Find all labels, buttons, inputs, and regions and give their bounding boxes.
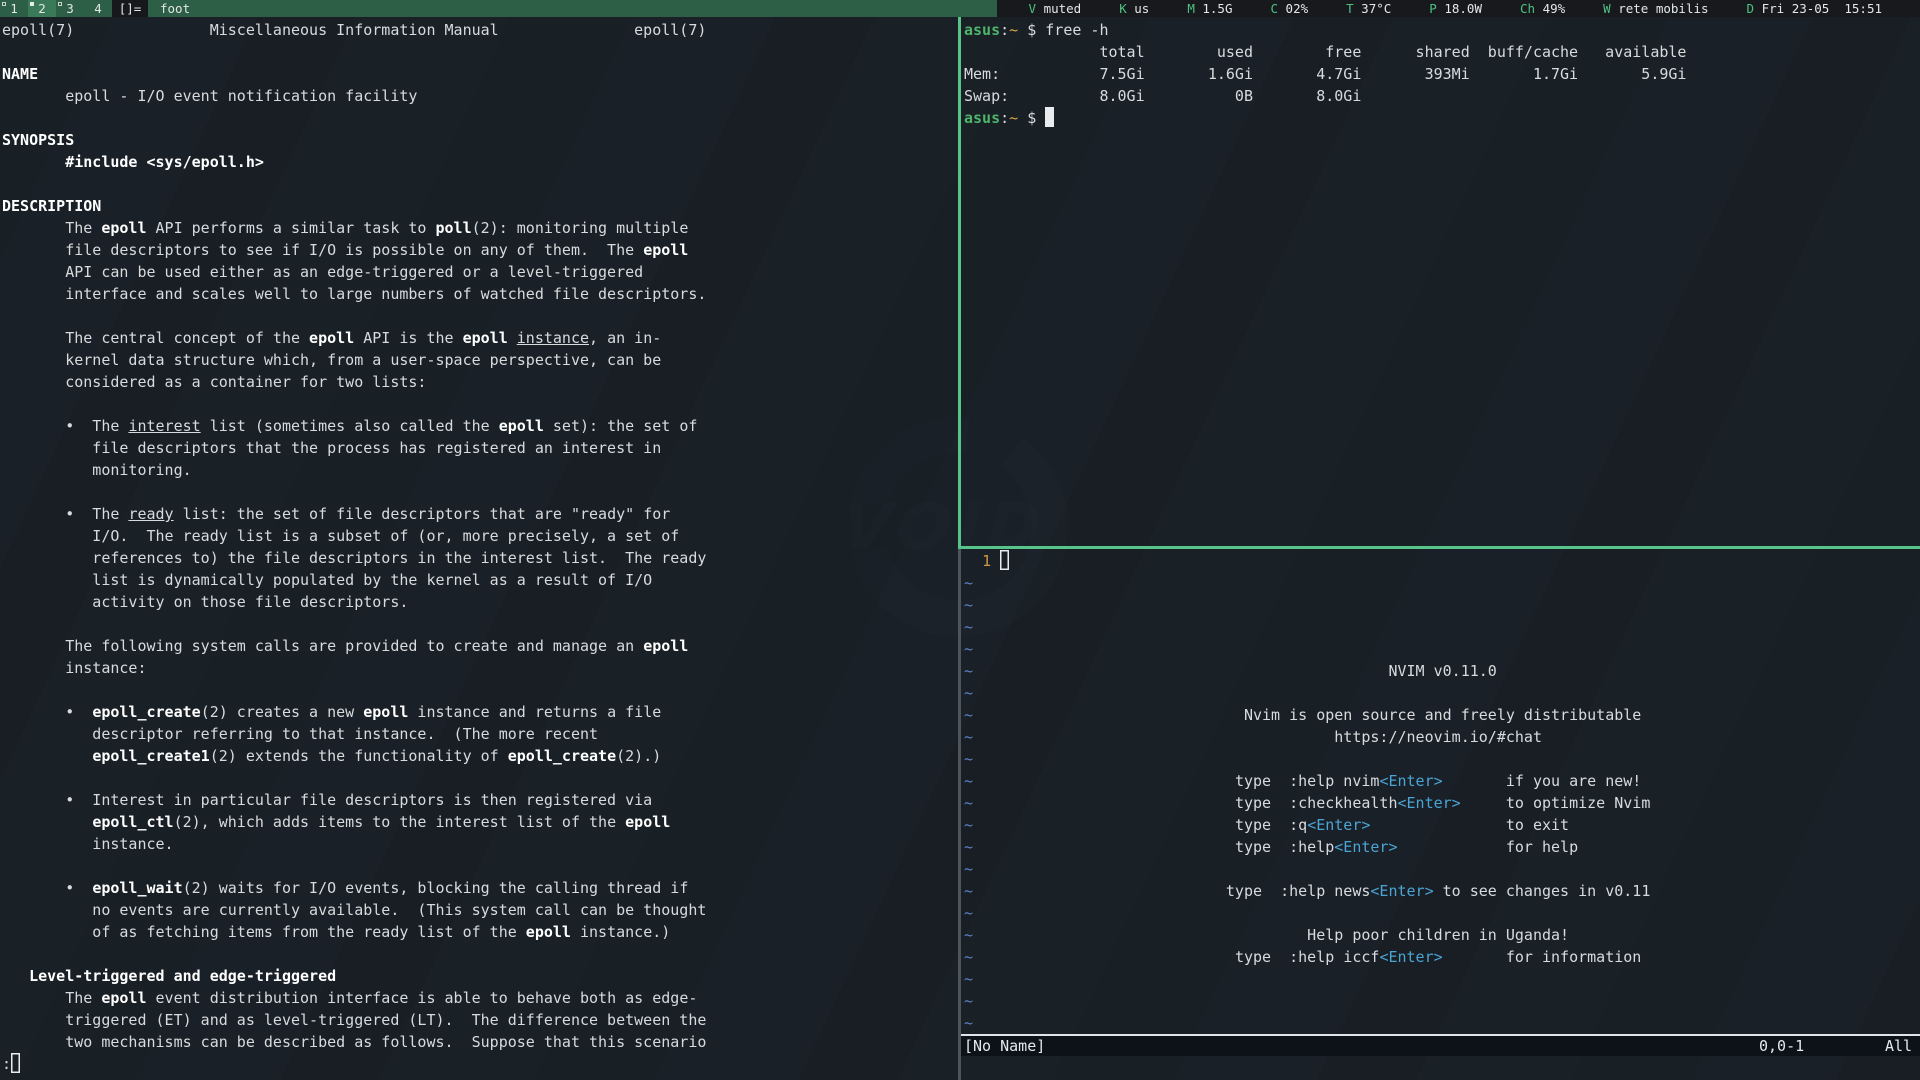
shell-content[interactable]: asus:~ $ free -h total used free shared … bbox=[964, 19, 1686, 129]
workspace-tags: 1234 bbox=[0, 0, 112, 17]
status-module-ch: Ch 49% bbox=[1520, 0, 1565, 17]
focused-window-border-bottom bbox=[958, 546, 1920, 549]
focused-window-title: foot bbox=[148, 0, 997, 17]
status-module-k: K us bbox=[1119, 0, 1149, 17]
status-module-t: T 37°C bbox=[1346, 0, 1391, 17]
status-module-p: P 18.0W bbox=[1429, 0, 1482, 17]
nvim-buffer-name: [No Name] bbox=[964, 1036, 1045, 1056]
focused-window-border-left bbox=[958, 17, 961, 549]
nvim-cursor-position: 0,0-1 bbox=[1759, 1036, 1804, 1056]
nvim-scroll-indicator: All bbox=[1885, 1036, 1912, 1056]
status-module-m: M 1.5G bbox=[1187, 0, 1232, 17]
tag-occupied-indicator bbox=[30, 2, 34, 6]
workspace-tag-4[interactable]: 4 bbox=[84, 0, 112, 17]
status-modules: V muted K us M 1.5G C 02% T 37°C P 18.0W Ch 49… bbox=[997, 0, 1920, 17]
status-module-w: W rete mobilis bbox=[1603, 0, 1708, 17]
nvim-statusline: [No Name] 0,0-1 All bbox=[961, 1034, 1920, 1056]
manpage-content[interactable]: epoll(7) Miscellaneous Information Manua… bbox=[2, 19, 706, 1075]
nvim-content[interactable]: 1 ~ ~ ~ ~ ~ NVIM v0.11.0 ~ ~ Nvim is ope… bbox=[964, 550, 1650, 1034]
tag-occupied-indicator bbox=[58, 2, 62, 6]
workspace-tag-1[interactable]: 1 bbox=[0, 0, 28, 17]
layout-symbol[interactable]: []= bbox=[112, 0, 148, 17]
workspace-tag-2[interactable]: 2 bbox=[28, 0, 56, 17]
dwm-status-bar: 1234 []= foot V muted K us M 1.5G C 02% T 37… bbox=[0, 0, 1920, 17]
tag-occupied-indicator bbox=[2, 2, 6, 6]
status-module-v: V muted bbox=[1029, 0, 1082, 17]
status-module-d: D Fri 23-05 15:51 bbox=[1747, 0, 1882, 17]
unfocused-window-border-left bbox=[958, 549, 961, 1080]
status-module-c: C 02% bbox=[1270, 0, 1308, 17]
workspace-tag-3[interactable]: 3 bbox=[56, 0, 84, 17]
